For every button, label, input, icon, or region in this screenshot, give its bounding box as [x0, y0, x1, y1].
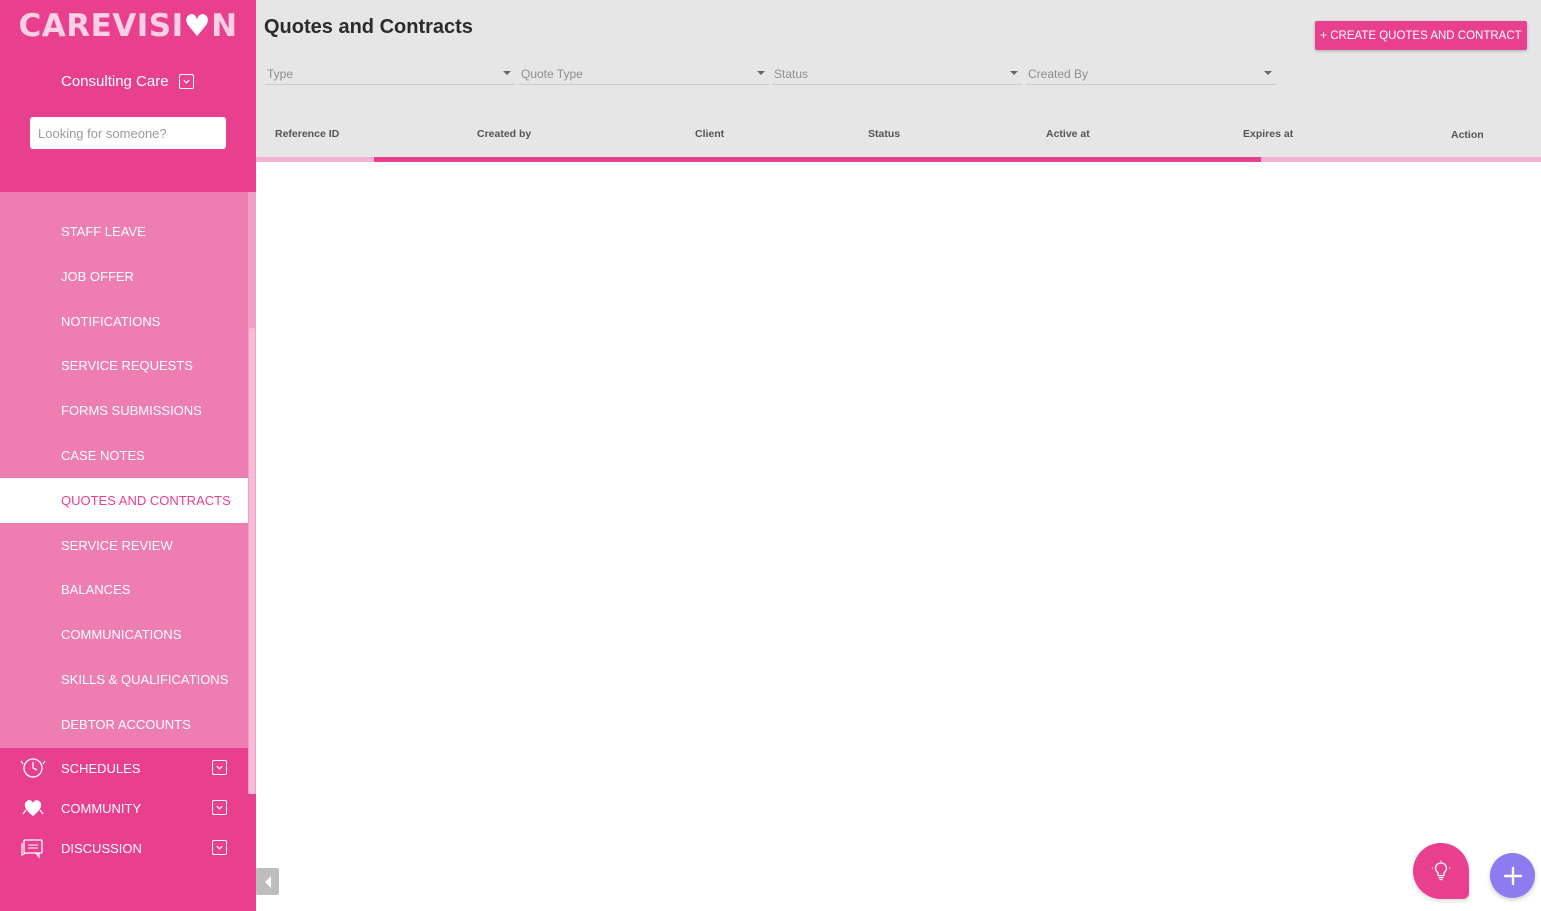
menu-item-label: COMMUNITY [61, 800, 142, 816]
org-name: Consulting Care [61, 73, 169, 90]
filter-label: Status [774, 66, 809, 81]
sidebar-item-label: NOTIFICATIONS [61, 313, 161, 329]
sidebar-item-notifications[interactable]: NOTIFICATIONS [0, 299, 248, 344]
filter-status[interactable]: Status [772, 63, 1022, 85]
sidebar-item-balances[interactable]: BALANCES [0, 567, 248, 612]
submenu-list: STAFF LEAVE JOB OFFER NOTIFICATIONS SERVICE… [0, 192, 248, 748]
loading-progress-fill [374, 157, 1261, 162]
filter-label: Type [267, 66, 294, 81]
sidebar-item-label: SKILLS & QUALIFICATIONS [61, 672, 229, 687]
search-input[interactable] [30, 117, 226, 149]
menu-item-label: DISCUSSION [61, 840, 142, 856]
loading-progress-bar [256, 157, 1541, 162]
filter-type[interactable]: Type [265, 63, 515, 85]
create-quotes-button[interactable]: + CREATE QUOTES AND CONTRACT [1315, 21, 1527, 50]
sidebar-item-service-review[interactable]: SERVICE REVIEW [0, 523, 248, 568]
sidebar-item-label: QUOTES AND CONTRACTS [61, 492, 231, 508]
column-header-action: Action [1451, 129, 1484, 141]
column-header-reference-id[interactable]: Reference ID [275, 128, 339, 140]
sidebar-item-communications[interactable]: COMMUNICATIONS [0, 612, 248, 657]
brand-name-part1: CAREVISI [18, 8, 184, 44]
heart-hand-icon [22, 800, 44, 816]
column-header-client[interactable]: Client [695, 128, 724, 140]
filter-created-by[interactable]: Created By [1026, 63, 1276, 85]
chevron-down-icon[interactable] [212, 800, 227, 815]
chevron-down-icon[interactable] [212, 840, 227, 855]
sidebar-item-staff-leave[interactable]: STAFF LEAVE [0, 209, 248, 254]
heart-icon: ♥ [183, 9, 212, 44]
column-header-active-at[interactable]: Active at [1046, 128, 1090, 140]
menu-item-schedules[interactable]: SCHEDULES [0, 748, 248, 788]
scrollbar-thumb[interactable] [249, 328, 255, 794]
sidebar-scrollbar[interactable] [248, 192, 256, 794]
sidebar-item-label: COMMUNICATIONS [61, 627, 182, 643]
collapse-sidebar-button[interactable] [256, 868, 279, 895]
caret-down-icon [503, 71, 511, 75]
sidebar-item-debtor-accounts[interactable]: DEBTOR ACCOUNTS [0, 702, 248, 747]
sidebar-item-quotes-and-contracts[interactable]: QUOTES AND CONTRACTS [0, 477, 248, 523]
tips-button[interactable] [1413, 843, 1469, 899]
sidebar-item-label: FORMS SUBMISSIONS [61, 403, 202, 419]
sidebar-item-skills-qualifications[interactable]: SKILLS & QUALIFICATIONS [0, 657, 248, 702]
clock-icon [20, 758, 46, 778]
page-title: Quotes and Contracts [264, 16, 473, 38]
lightbulb-icon [1431, 860, 1451, 881]
brand-logo: CAREVISI♥N [0, 8, 256, 44]
chevron-down-icon[interactable] [178, 74, 194, 89]
column-header-status[interactable]: Status [868, 128, 900, 140]
menu-item-label: SCHEDULES [61, 760, 141, 776]
sidebar-item-label: SERVICE REVIEW [61, 537, 173, 553]
caret-down-icon [1010, 71, 1018, 75]
filter-quote-type[interactable]: Quote Type [519, 63, 769, 85]
org-switcher[interactable]: Consulting Care [61, 73, 194, 90]
sidebar-item-service-requests[interactable]: SERVICE REQUESTS [0, 343, 248, 388]
chevron-down-icon[interactable] [212, 760, 227, 775]
column-header-created-by[interactable]: Created by [477, 128, 531, 140]
sidebar-item-label: JOB OFFER [61, 268, 134, 284]
chat-icon [21, 839, 43, 859]
filter-label: Quote Type [521, 66, 583, 81]
sidebar-item-label: CASE NOTES [61, 448, 145, 463]
sidebar-item-label: SERVICE REQUESTS [61, 358, 193, 374]
menu-item-discussion[interactable]: DISCUSSION [0, 828, 248, 868]
add-button[interactable] [1490, 853, 1535, 898]
filter-label: Created By [1028, 66, 1089, 81]
sidebar-item-label: STAFF LEAVE [61, 224, 146, 239]
sidebar-item-job-offer[interactable]: JOB OFFER [0, 254, 248, 299]
column-header-expires-at[interactable]: Expires at [1243, 128, 1293, 140]
menu-item-community[interactable]: COMMUNITY [0, 788, 248, 828]
sidebar-item-forms-submissions[interactable]: FORMS SUBMISSIONS [0, 388, 248, 433]
sidebar-item-label: DEBTOR ACCOUNTS [61, 716, 191, 732]
sidebar-item-label: BALANCES [61, 582, 131, 598]
brand-name-part2: N [211, 8, 238, 44]
sidebar-item-case-notes[interactable]: CASE NOTES [0, 433, 248, 478]
chevron-left-icon [264, 875, 271, 888]
plus-icon [1503, 866, 1522, 885]
caret-down-icon [757, 71, 765, 75]
caret-down-icon [1264, 71, 1272, 75]
